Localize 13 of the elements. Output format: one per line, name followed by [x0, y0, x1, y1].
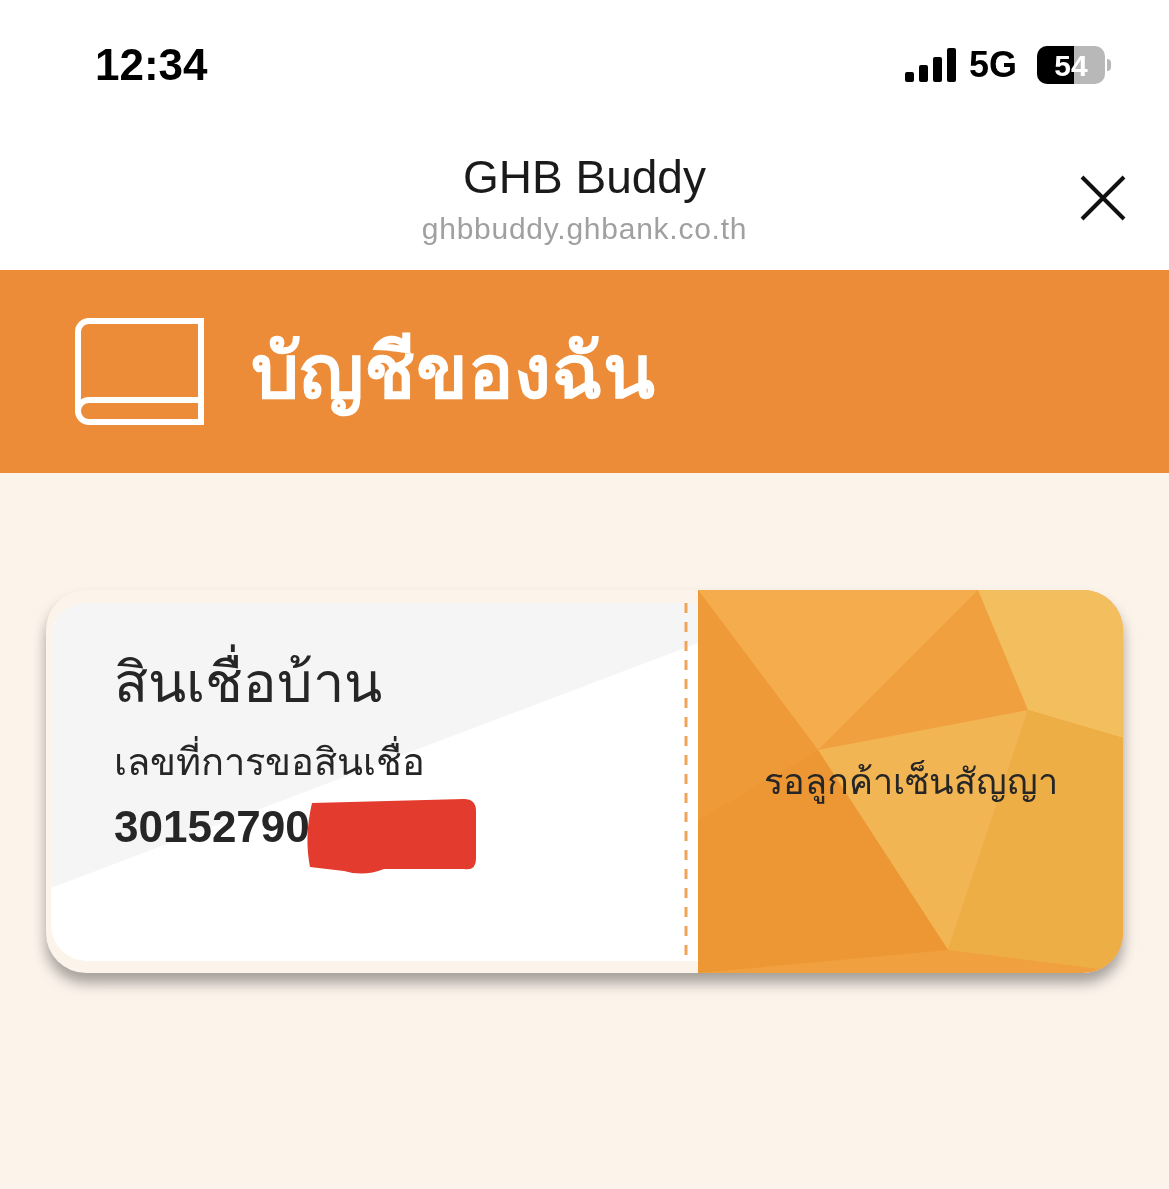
close-icon	[1080, 175, 1126, 221]
banner-title: บัญชีของฉัน	[251, 314, 655, 429]
loan-card[interactable]: สินเชื่อบ้าน เลขที่การขอสินเชื่อ 30152790 รอลูกค้าเซ็นสัญญา	[46, 590, 1123, 973]
network-label: 5G	[968, 43, 1017, 87]
page-title: GHB Buddy	[463, 149, 706, 205]
book-icon	[75, 317, 205, 426]
page-url: ghbbuddy.ghbank.co.th	[421, 211, 748, 248]
signal-icon	[904, 48, 957, 82]
loan-status: รอลูกค้าเซ็นสัญญา	[763, 759, 1058, 806]
loan-title: สินเชื่อบ้าน	[114, 638, 698, 728]
status-time: 12:34	[95, 39, 208, 91]
loan-number: 30152790	[114, 801, 310, 853]
loan-number-label: เลขที่การขอสินเชื่อ	[114, 734, 698, 791]
